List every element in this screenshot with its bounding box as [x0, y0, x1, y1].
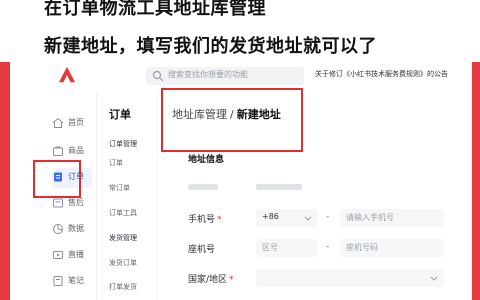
- separator-dash: -: [326, 242, 330, 252]
- phone-label: 手机号 *: [188, 215, 222, 225]
- product-icon: [53, 146, 63, 156]
- landline-label: 座机号: [188, 245, 216, 255]
- highlight-box-order: [33, 160, 81, 198]
- aftersale-icon: [53, 198, 63, 208]
- region-label: 国家/地区 *: [188, 275, 234, 285]
- landline-placeholder: 座机号码: [346, 243, 378, 252]
- sidebar-item-label: 直播: [68, 250, 84, 259]
- sub-navigation: 订单 订单管理 订单 常订单 订单工具 发货管理 发货订单 打单发货: [96, 92, 157, 300]
- sidebar-item-product[interactable]: 商品: [52, 142, 92, 162]
- brand-logo-icon: [58, 66, 76, 83]
- subnav-item[interactable]: 发货订单: [109, 258, 137, 268]
- data-icon: [53, 224, 63, 234]
- highlight-box-breadcrumb: [161, 88, 303, 152]
- separator-dash: -: [326, 212, 330, 222]
- blurred-label: [188, 184, 218, 190]
- announcement-link[interactable]: 关于修订《小红书技术服务费规则》的公告: [315, 69, 448, 79]
- section-title: 地址信息: [188, 155, 225, 165]
- search-icon: [152, 70, 164, 82]
- sidebar-item-notes[interactable]: 笔记: [52, 272, 92, 292]
- search-placeholder: 搜索查找你想要的功能: [168, 70, 248, 79]
- home-icon: [52, 117, 64, 128]
- subnav-title: 订单: [109, 108, 131, 121]
- chevron-down-icon: [430, 276, 438, 281]
- region-select[interactable]: [256, 269, 444, 287]
- area-code-input[interactable]: 区号: [256, 239, 318, 257]
- sidebar-item-live[interactable]: 直播: [52, 246, 92, 266]
- chevron-down-icon: [304, 216, 312, 221]
- sidebar-item-label: 数据: [68, 224, 84, 233]
- landline-input[interactable]: 座机号码: [340, 239, 444, 257]
- country-code-select[interactable]: +86: [256, 209, 318, 227]
- area-code-placeholder: 区号: [262, 243, 278, 252]
- sidebar-item-label: 笔记: [68, 276, 84, 285]
- sidebar-item-label: 售后: [68, 198, 84, 207]
- phone-input[interactable]: 请输入手机号: [340, 209, 444, 227]
- subnav-item[interactable]: 订单: [109, 158, 123, 168]
- country-code-value: +86: [262, 212, 279, 221]
- live-icon: [53, 251, 63, 259]
- subnav-group-order-management[interactable]: 订单管理: [109, 139, 137, 149]
- caption-line-2: 新建地址，填写我们的发货地址就可以了: [44, 36, 377, 57]
- blurred-value: [256, 184, 302, 190]
- phone-placeholder: 请输入手机号: [346, 213, 394, 222]
- sidebar-item-home[interactable]: 首页: [52, 114, 92, 134]
- sidebar-item-data[interactable]: 数据: [52, 220, 92, 240]
- subnav-item[interactable]: 订单工具: [109, 208, 137, 218]
- caption: 在订单物流工具地址库管理 新建地址，填写我们的发货地址就可以了: [0, 0, 480, 62]
- search-input[interactable]: 搜索查找你想要的功能: [146, 67, 304, 85]
- caption-line-1: 在订单物流工具地址库管理: [44, 0, 266, 19]
- sidebar-item-label: 商品: [68, 146, 84, 155]
- sidebar-item-label: 首页: [68, 118, 84, 127]
- subnav-item[interactable]: 打单发货: [109, 282, 137, 292]
- subnav-group-shipping[interactable]: 发货管理: [109, 233, 137, 243]
- notes-icon: [53, 276, 63, 286]
- subnav-item[interactable]: 常订单: [109, 183, 130, 193]
